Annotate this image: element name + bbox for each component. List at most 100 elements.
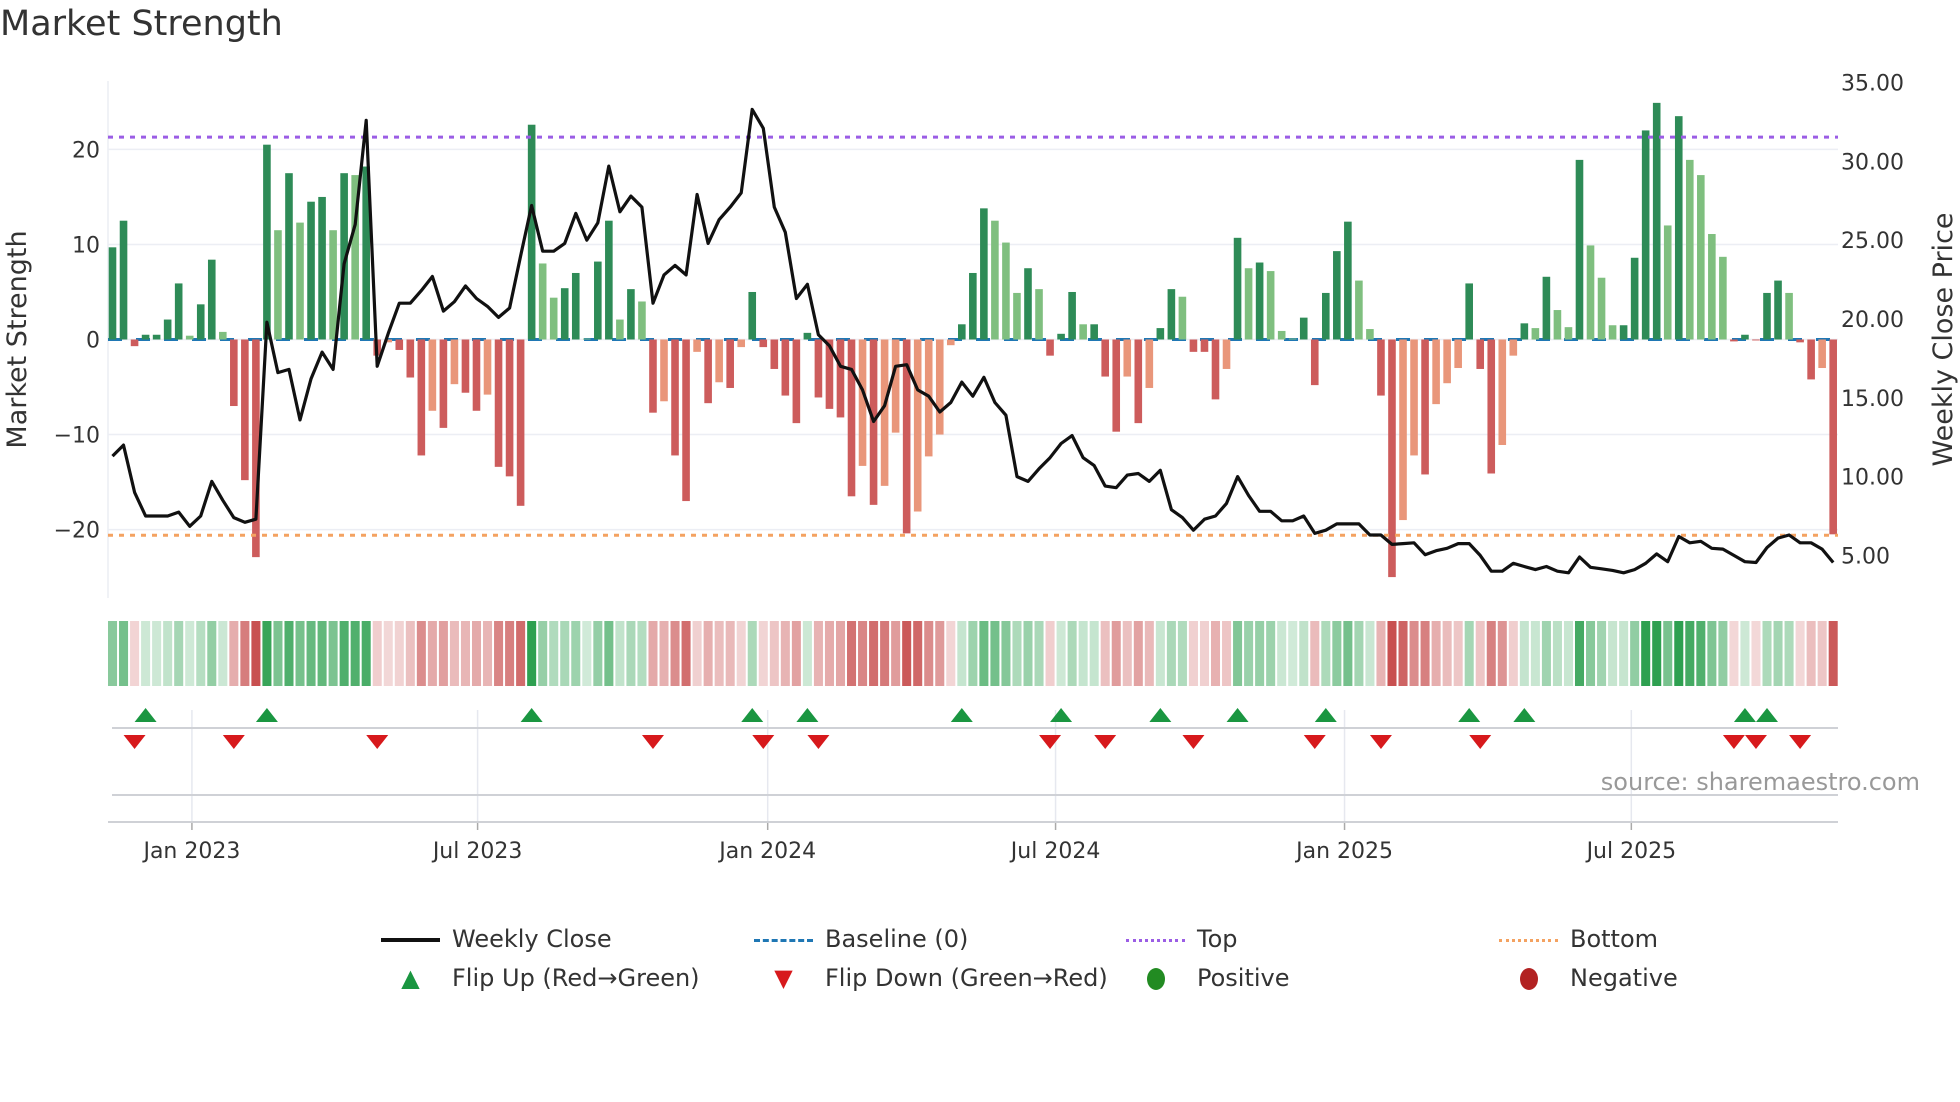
strength-bar (1763, 292, 1771, 340)
heat-cell (505, 621, 515, 686)
strength-bar (1134, 339, 1143, 424)
flip-up-marker (796, 708, 819, 722)
flip-up-marker (1513, 708, 1536, 722)
strength-bar (1818, 339, 1826, 369)
heat-cell (1586, 621, 1596, 686)
heat-cell (1663, 621, 1673, 686)
strength-bar (406, 339, 415, 378)
strength-bar (1222, 339, 1231, 369)
strength-bar (472, 339, 481, 411)
strength-bar (880, 339, 889, 486)
strength-bar (1586, 245, 1595, 340)
heat-cell (1387, 621, 1397, 686)
heat-cell (824, 621, 834, 686)
legend-item-weekly-close: Weekly Close (381, 925, 612, 953)
flip-up-marker (1458, 708, 1481, 722)
heat-cell (339, 621, 349, 686)
heat-cell (207, 621, 217, 686)
heat-cell (1001, 621, 1011, 686)
strength-bar (958, 324, 966, 340)
heat-cell (1332, 621, 1342, 686)
flip-down-marker (366, 735, 389, 749)
strength-bar (1310, 339, 1319, 386)
flip-down-marker (1722, 735, 1745, 749)
heat-cell (163, 621, 173, 686)
heat-cell (758, 621, 768, 686)
flip-down-marker (807, 735, 830, 749)
heat-cell (1475, 621, 1485, 686)
heat-cell (405, 621, 415, 686)
heat-cell (494, 621, 504, 686)
legend-item-baseline: Baseline (0) (754, 925, 968, 953)
strength-bar (119, 220, 128, 340)
heat-cell (361, 621, 371, 686)
heat-cell (1299, 621, 1309, 686)
heat-cell (714, 621, 724, 686)
heat-cell (1365, 621, 1375, 686)
strength-bar (1112, 339, 1121, 432)
strength-bar (1597, 277, 1606, 340)
strength-bar (1498, 339, 1507, 445)
strength-bar (704, 339, 712, 404)
heat-cell (1497, 621, 1507, 686)
heat-cell (1817, 621, 1827, 686)
heat-cell (935, 621, 945, 686)
heat-cell (1530, 621, 1540, 686)
heat-cell (1012, 621, 1022, 686)
strength-bar (108, 247, 117, 340)
y2-tick-label: 5.00 (1841, 544, 1890, 569)
heat-cell (394, 621, 404, 686)
heat-cell (1563, 621, 1573, 686)
heat-cell (1597, 621, 1607, 686)
strength-bar (461, 339, 470, 393)
heat-cell (990, 621, 1000, 686)
strength-bar (1233, 237, 1242, 340)
strength-bar (1520, 323, 1529, 340)
heat-cell (119, 621, 129, 686)
strength-bar (660, 339, 668, 402)
strength-bar (737, 339, 746, 348)
x-tick-label: Jul 2025 (1585, 839, 1677, 864)
heat-cell (350, 621, 360, 686)
heat-strip (108, 621, 1838, 686)
strength-bar (571, 272, 580, 340)
heat-cell (284, 621, 294, 686)
heat-cell (295, 621, 305, 686)
heat-cell (1652, 621, 1662, 686)
heat-cell (1751, 621, 1761, 686)
strength-bar (693, 339, 701, 352)
strength-bar (1564, 327, 1573, 340)
strength-bar (1685, 159, 1694, 340)
strength-bar (505, 339, 514, 477)
x-tick-label: Jan 2023 (141, 839, 240, 864)
strength-bar (980, 208, 988, 340)
heat-cell (1321, 621, 1331, 686)
heat-cell (560, 621, 570, 686)
heat-cell (527, 621, 537, 686)
strength-bar (582, 338, 591, 340)
strength-bar (748, 291, 757, 340)
solid-line-icon (381, 938, 440, 942)
heat-cell (957, 621, 967, 686)
heat-cell (1100, 621, 1110, 686)
heat-cell (229, 621, 239, 686)
strength-bar (1708, 234, 1716, 340)
strength-bar (935, 339, 944, 435)
heat-cell (1266, 621, 1276, 686)
heat-cell (372, 621, 382, 686)
strength-bar (649, 339, 657, 413)
strength-bar (1266, 271, 1275, 340)
heat-cell (902, 621, 912, 686)
strength-bar (1211, 339, 1220, 400)
strength-bar (1299, 317, 1308, 340)
flip-down-marker (1469, 735, 1492, 749)
heat-cell (891, 621, 901, 686)
source-credit: source: sharemaestro.com (1600, 768, 1920, 796)
flip-up-marker (134, 708, 157, 722)
heat-cell (1166, 621, 1176, 686)
strength-bar (538, 263, 547, 340)
heat-cell (968, 621, 978, 686)
heat-cell (1806, 621, 1816, 686)
y-tick-label: −20 (54, 519, 100, 544)
strength-bar (671, 339, 679, 456)
